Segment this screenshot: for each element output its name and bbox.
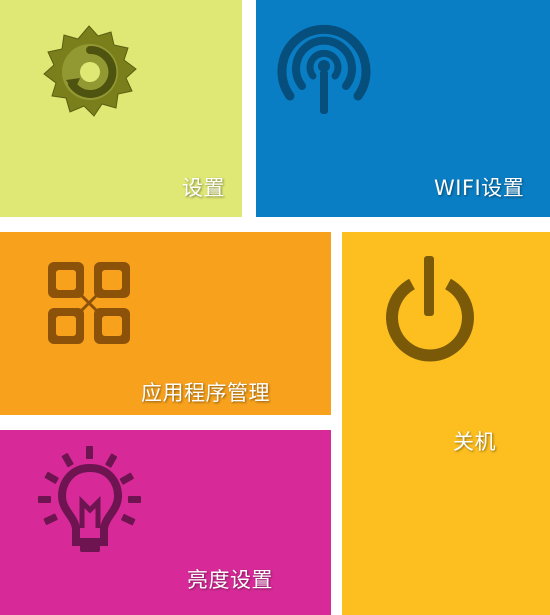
lightbulb-icon	[38, 446, 141, 552]
tile-wifi-label: WIFI设置	[434, 176, 525, 200]
settings-gear-icon	[43, 25, 137, 117]
tile-brightness[interactable]: 亮度设置	[0, 430, 331, 615]
tile-app-manager-label: 应用程序管理	[141, 381, 270, 405]
apps-grid-icon	[48, 262, 130, 344]
wifi-signal-icon	[277, 24, 371, 114]
tile-settings[interactable]: 设置	[0, 0, 242, 217]
power-icon	[386, 256, 474, 362]
tile-power-off-label: 关机	[453, 430, 496, 454]
tile-settings-label: 设置	[182, 176, 225, 200]
tile-wifi[interactable]: WIFI设置	[256, 0, 550, 217]
tile-app-manager[interactable]: 应用程序管理	[0, 232, 331, 415]
tile-power-off[interactable]: 关机	[342, 232, 550, 615]
tile-brightness-label: 亮度设置	[187, 568, 273, 592]
